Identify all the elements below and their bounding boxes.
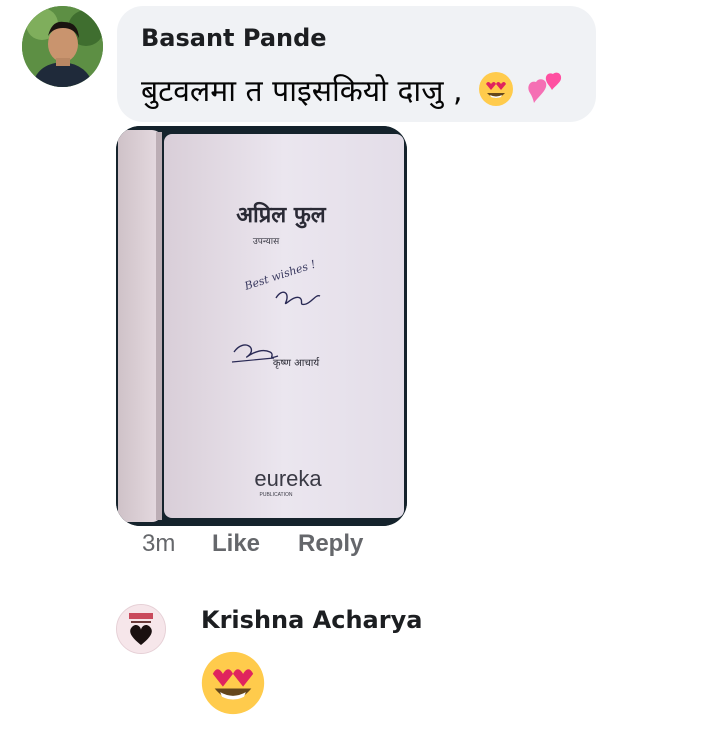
heart-eyes-emoji-icon	[200, 650, 266, 716]
book-subtitle: उपन्यास	[253, 237, 280, 247]
comment-text: बुटवलमा त पाइसकियो दाजु ,	[141, 69, 564, 115]
comment-attached-photo[interactable]: अप्रिल फुल उपन्यास Best wishes ! कृष्ण आ…	[116, 126, 407, 526]
publisher-logo: eureka	[254, 466, 322, 491]
comment-author-name[interactable]: Basant Pande	[141, 24, 327, 52]
two-hearts-emoji-icon	[526, 71, 564, 115]
avatar-photo	[117, 605, 165, 653]
book-author: कृष्ण आचार्य	[273, 357, 320, 369]
avatar-krishna-acharya[interactable]	[116, 604, 166, 654]
avatar-basant-pande[interactable]	[22, 6, 103, 87]
heart-eyes-emoji-icon	[478, 71, 514, 115]
book-photo-image: अप्रिल फुल उपन्यास Best wishes ! कृष्ण आ…	[116, 126, 407, 526]
comment-timestamp[interactable]: 3m	[142, 530, 175, 558]
reply-meta-cutoff	[206, 718, 213, 731]
comment-body: बुटवलमा त पाइसकियो दाजु ,	[141, 74, 463, 109]
comment-bubble: Basant Pande बुटवलमा त पाइसकियो दाजु ,	[117, 6, 596, 122]
reply-author-name[interactable]: Krishna Acharya	[201, 606, 422, 634]
book-title: अप्रिल फुल	[236, 201, 327, 229]
reply-button[interactable]: Reply	[298, 530, 363, 558]
like-button[interactable]: Like	[212, 530, 260, 558]
publisher-sub: PUBLICATION	[260, 492, 293, 498]
avatar-photo	[22, 6, 103, 87]
